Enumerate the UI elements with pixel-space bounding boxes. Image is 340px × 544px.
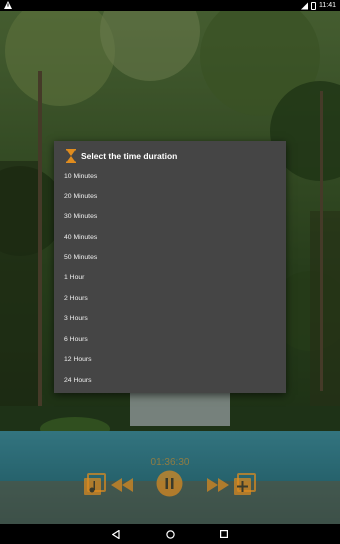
status-time: 11:41 — [319, 2, 336, 9]
signal-icon — [301, 2, 308, 9]
option-label: 40 Minutes — [64, 233, 98, 241]
option-label: 3 Hours — [64, 314, 88, 322]
playlist-icon — [84, 473, 106, 495]
pause-button[interactable] — [156, 470, 183, 497]
option-40-minutes[interactable]: 40 Minutes — [54, 227, 286, 247]
fast-forward-icon — [207, 478, 229, 492]
back-button[interactable] — [104, 524, 128, 544]
option-2-hours[interactable]: 2 Hours — [54, 288, 286, 308]
rewind-icon — [111, 478, 133, 492]
warning-icon — [4, 1, 12, 9]
rewind-button[interactable] — [111, 477, 133, 493]
option-30-minutes[interactable]: 30 Minutes — [54, 206, 286, 226]
option-10-minutes[interactable]: 10 Minutes — [54, 166, 286, 186]
hourglass-icon — [66, 149, 76, 163]
option-label: 50 Minutes — [64, 253, 98, 261]
option-label: 20 Minutes — [64, 192, 98, 200]
home-button[interactable] — [158, 524, 182, 544]
add-playlist-icon — [234, 473, 256, 495]
back-icon — [112, 529, 120, 539]
option-12-hours[interactable]: 12 Hours — [54, 349, 286, 369]
option-label: 30 Minutes — [64, 212, 98, 220]
option-24-hours[interactable]: 24 Hours — [54, 370, 286, 390]
dialog-title: Select the time duration — [81, 151, 178, 161]
add-playlist-button[interactable] — [234, 473, 256, 495]
option-20-minutes[interactable]: 20 Minutes — [54, 186, 286, 206]
duration-dialog: Select the time duration 10 Minutes 20 M… — [54, 141, 286, 393]
option-label: 1 Hour — [64, 273, 85, 281]
pause-icon — [156, 470, 183, 497]
option-label: 24 Hours — [64, 376, 92, 384]
navigation-bar — [0, 524, 340, 544]
player-controls: 01:36:30 — [0, 450, 340, 510]
option-6-hours[interactable]: 6 Hours — [54, 329, 286, 349]
option-label: 12 Hours — [64, 355, 92, 363]
recents-icon — [220, 530, 228, 538]
option-label: 6 Hours — [64, 335, 88, 343]
option-3-hours[interactable]: 3 Hours — [54, 308, 286, 328]
playlist-button[interactable] — [84, 473, 106, 495]
home-icon — [165, 529, 175, 539]
status-bar: 11:41 — [0, 0, 340, 11]
option-label: 10 Minutes — [64, 172, 98, 180]
option-50-minutes[interactable]: 50 Minutes — [54, 247, 286, 267]
option-1-hour[interactable]: 1 Hour — [54, 267, 286, 287]
fast-forward-button[interactable] — [207, 477, 229, 493]
battery-icon — [311, 2, 316, 10]
recents-button[interactable] — [212, 524, 236, 544]
player-time: 01:36:30 — [150, 457, 190, 468]
option-label: 2 Hours — [64, 294, 88, 302]
